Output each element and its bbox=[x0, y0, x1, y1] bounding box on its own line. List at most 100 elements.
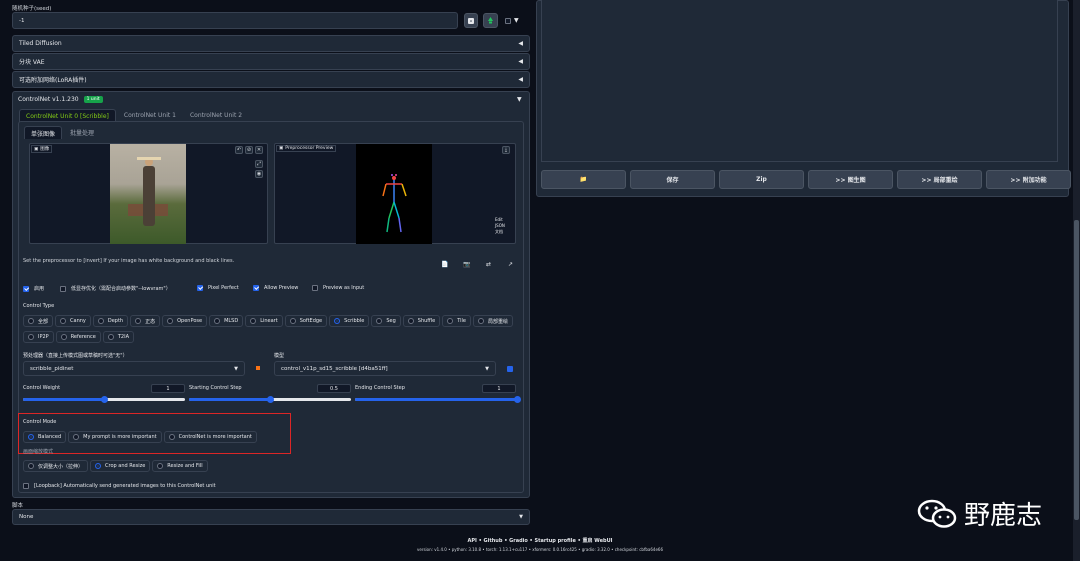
tab-single-image[interactable]: 单张图像 bbox=[24, 126, 63, 139]
download-icon[interactable]: ⤓ bbox=[502, 146, 510, 154]
radio-dot bbox=[447, 318, 454, 324]
extra-seed-checkbox[interactable] bbox=[505, 18, 511, 24]
starting-step-slider[interactable] bbox=[189, 396, 351, 403]
control-type-option-label: T2IA bbox=[117, 334, 130, 340]
save-button[interactable]: 保存 bbox=[630, 170, 715, 189]
seed-input[interactable]: -1 bbox=[12, 12, 458, 29]
resize-mode-option[interactable]: Resize and Fill bbox=[152, 460, 208, 472]
control-type-option[interactable]: Reference bbox=[55, 331, 101, 343]
radio-dot bbox=[168, 434, 175, 440]
resize-mode-label: 画面缩放模式 bbox=[23, 449, 54, 455]
swap-icon[interactable]: ⇄ bbox=[486, 261, 491, 268]
webcam-icon[interactable]: 📷 bbox=[463, 261, 470, 268]
open-folder-button[interactable]: 📁 bbox=[541, 170, 626, 189]
lowvram-checkbox[interactable]: 低显存优化（需配合启动参数"--lowvram"） bbox=[60, 285, 171, 292]
radio-dot bbox=[28, 318, 34, 324]
send-to-img2img-button[interactable]: >> 图生图 bbox=[808, 170, 893, 189]
allow-preview-checkbox[interactable]: Allow Preview bbox=[253, 285, 298, 291]
scrollbar-thumb[interactable] bbox=[1074, 220, 1079, 520]
wechat-icon bbox=[917, 499, 957, 528]
script-dropdown[interactable]: None ▼ bbox=[12, 509, 530, 525]
expand-arrow-icon[interactable]: ▼ bbox=[517, 96, 522, 103]
dropdown-arrow-icon: ▼ bbox=[234, 365, 238, 372]
preview-as-input-checkbox[interactable]: Preview as Input bbox=[312, 285, 364, 291]
radio-dot bbox=[97, 318, 104, 324]
loopback-checkbox[interactable]: [Loopback] Automatically send generated … bbox=[23, 483, 216, 489]
dice-button[interactable] bbox=[464, 13, 478, 28]
accordion-tiled-diffusion[interactable]: Tiled Diffusion ◀ bbox=[12, 35, 530, 52]
control-type-row-1: 全部 Canny Depth 正态 OpenPose MLSD Lineart SoftEdg… bbox=[23, 315, 513, 327]
resize-icon[interactable]: ⤢ bbox=[255, 160, 263, 168]
control-type-option[interactable]: 正态 bbox=[130, 315, 161, 327]
preprocessor-value: scribble_pidinet bbox=[30, 365, 74, 372]
recycle-icon bbox=[488, 17, 493, 24]
tab-batch[interactable]: 批量处理 bbox=[64, 126, 100, 138]
refresh-models-icon[interactable] bbox=[507, 366, 513, 372]
collapse-arrow-icon: ◀ bbox=[518, 76, 523, 83]
docs-button[interactable]: 文档 bbox=[494, 229, 506, 235]
control-type-row-2: IP2P Reference T2IA bbox=[23, 331, 135, 343]
recycle-button[interactable] bbox=[483, 13, 498, 28]
new-canvas-icon[interactable]: 📄 bbox=[441, 261, 448, 268]
undo-icon[interactable]: ↶ bbox=[235, 146, 243, 154]
control-type-option[interactable]: Tile bbox=[442, 315, 471, 327]
preprocessor-dropdown[interactable]: scribble_pidinet ▼ bbox=[23, 361, 245, 376]
control-type-option[interactable]: Seg bbox=[371, 315, 401, 327]
control-type-option[interactable]: Depth bbox=[92, 315, 129, 327]
edit-button[interactable]: Edit bbox=[494, 217, 506, 222]
control-type-option[interactable]: Canny bbox=[55, 315, 91, 327]
footer-links[interactable]: API • Github • Gradio • Startup profile … bbox=[0, 537, 1080, 544]
uploaded-photo bbox=[110, 144, 186, 244]
close-icon[interactable]: ✕ bbox=[255, 146, 263, 154]
control-type-option[interactable]: T2IA bbox=[102, 331, 135, 343]
accordion-lora[interactable]: 可选附加网络(LoRA插件) ◀ bbox=[12, 71, 530, 88]
resize-mode-option[interactable]: Crop and Resize bbox=[90, 460, 151, 472]
control-type-option[interactable]: OpenPose bbox=[162, 315, 208, 327]
control-type-option[interactable]: Shuffle bbox=[402, 315, 441, 327]
radio-dot bbox=[407, 318, 414, 324]
send-dimensions-icon[interactable]: ↗ bbox=[508, 261, 513, 268]
accordion-tiled-vae[interactable]: 分块 VAE ◀ bbox=[12, 53, 530, 70]
tab-unit-2[interactable]: ControlNet Unit 2 bbox=[184, 109, 248, 121]
control-type-option[interactable]: Lineart bbox=[245, 315, 283, 327]
radio-dot bbox=[28, 334, 34, 340]
control-weight-input[interactable]: 1 bbox=[151, 384, 185, 393]
slider-thumb[interactable] bbox=[266, 396, 274, 403]
json-button[interactable]: JSON bbox=[494, 223, 506, 228]
controlnet-header[interactable]: ControlNet v1.1.230 1 unit bbox=[18, 96, 103, 103]
image-label: 图像 bbox=[40, 147, 50, 152]
control-type-option[interactable]: SoftEdge bbox=[284, 315, 328, 327]
ending-step-slider[interactable] bbox=[355, 396, 521, 403]
tab-unit-1[interactable]: ControlNet Unit 1 bbox=[118, 109, 182, 121]
control-type-option[interactable]: Scribble bbox=[329, 315, 370, 327]
resize-mode-options: 仅调整大小（拉伸） Crop and Resize Resize and Fill bbox=[23, 460, 208, 472]
scrollbar[interactable] bbox=[1073, 0, 1080, 561]
slider-thumb[interactable] bbox=[100, 396, 108, 403]
control-mode-option[interactable]: Balanced bbox=[23, 431, 67, 443]
extra-seed-arrow-icon[interactable]: ▼ bbox=[514, 17, 519, 24]
ending-step-input[interactable]: 1 bbox=[482, 384, 516, 393]
starting-step-input[interactable]: 0.5 bbox=[317, 384, 351, 393]
enable-checkbox[interactable]: 启用 bbox=[23, 285, 44, 292]
run-preprocessor-icon[interactable] bbox=[256, 366, 260, 370]
pixel-perfect-checkbox[interactable]: Pixel Perfect bbox=[197, 285, 239, 291]
control-type-option[interactable]: 全部 bbox=[23, 315, 54, 327]
resize-mode-option[interactable]: 仅调整大小（拉伸） bbox=[23, 460, 89, 472]
clear-icon[interactable]: ⊘ bbox=[245, 146, 253, 154]
slider-thumb[interactable] bbox=[513, 396, 521, 403]
radio-dot bbox=[250, 318, 257, 324]
control-type-option[interactable]: MLSD bbox=[209, 315, 244, 327]
control-type-option[interactable]: 局部重绘 bbox=[472, 315, 513, 327]
control-mode-option[interactable]: ControlNet is more important bbox=[163, 431, 257, 443]
zip-button[interactable]: Zip bbox=[719, 170, 804, 189]
control-mode-option[interactable]: My prompt is more important bbox=[68, 431, 162, 443]
slider-fill bbox=[23, 398, 104, 401]
control-type-option[interactable]: IP2P bbox=[23, 331, 54, 343]
radio-dot bbox=[376, 318, 383, 324]
send-to-extras-button[interactable]: >> 附加功能 bbox=[986, 170, 1071, 189]
preview-label: Preprocessor Preview bbox=[285, 146, 334, 151]
send-to-inpaint-button[interactable]: >> 局部重绘 bbox=[897, 170, 982, 189]
model-dropdown[interactable]: control_v11p_sd15_scribble [d4ba51ff] ▼ bbox=[274, 361, 496, 376]
camera-icon[interactable]: ◉ bbox=[255, 170, 263, 178]
control-weight-slider[interactable] bbox=[23, 396, 185, 403]
